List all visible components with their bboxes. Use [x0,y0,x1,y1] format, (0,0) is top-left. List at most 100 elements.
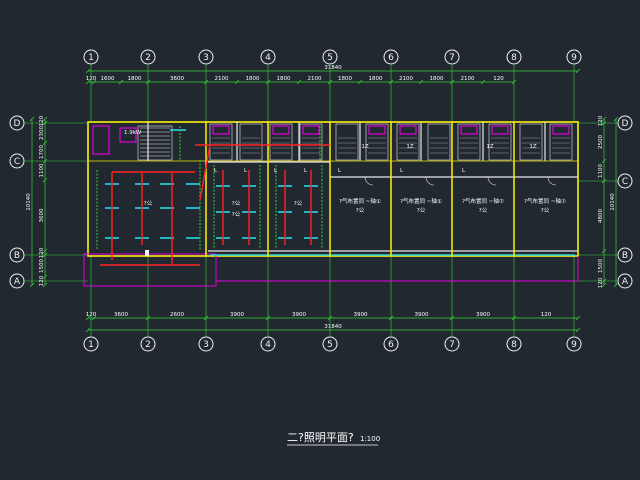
room-label-line1: ?气布置同 ~轴① [400,197,442,205]
axis-label: D [622,119,629,129]
axis-label: 3 [203,53,209,63]
axis-bubble-7: 7 [444,336,460,352]
axis-bubble-2: 2 [140,49,156,65]
dim-value: 1800 [277,76,291,82]
axis-label: 8 [511,340,517,350]
axis-label: 2 [145,340,151,350]
axis-bubble-7: 7 [444,49,460,65]
dim-value: 2100 [399,76,413,82]
axis-bubble-1: 1 [83,49,99,65]
dim-value: 3900 [415,312,429,318]
room-label: ?气布置同 ~轴⑦ ?公 [462,197,504,214]
toilet-label: 1Z [486,144,493,150]
dim-value: 1500 [598,259,604,273]
room-label-line1: ?气布置同 ~轴⑦ [524,197,566,205]
toilet-stall [457,123,481,161]
axis-label: D [14,119,21,129]
toilet-label: 1Z [361,144,368,150]
dim-value: 3600 [170,76,184,82]
toilet-fixtures: 1.9kW1Z 1Z 1Z 1ZL L L L L L L [92,123,573,174]
axis-bubble-8: 8 [506,49,522,65]
axis-label: 6 [388,340,394,350]
room-label-line1: ?公 [232,212,241,218]
dim-value: 2100 [308,76,322,82]
axis-bubble-right-C: C [578,173,633,189]
dim-value: 10140 [26,193,32,211]
axis-label: A [14,277,21,287]
dim-value: 3900 [476,312,490,318]
room-label-line2: ?公 [479,208,488,214]
axis-label: B [622,251,628,261]
axis-bubble-5: 5 [322,49,338,65]
room-label-line2: ?公 [417,208,426,214]
dim-value: 120 [598,115,604,126]
dim-chain-left: 12023001700110036001201500120 [39,115,48,288]
room-label-line2: ?公 [356,208,365,214]
toilet-stall [299,123,323,161]
dim-chain-top: 120 1600 1800 3600 2100 1800 1800 2100 1800 1800 2… [86,76,517,85]
axis-bubble-1: 1 [83,336,99,352]
dim-value: 31840 [324,65,342,71]
dim-value: 1600 [101,76,115,82]
room-label: ?公 [294,201,303,207]
dim-value: 120 [39,115,45,126]
dim-value: 120 [39,275,45,286]
toilet-stall [549,123,573,161]
dim-value: 3900 [354,312,368,318]
axis-bubble-left-A: A [9,273,88,289]
axis-bubble-3: 3 [198,336,214,352]
axis-bubble-8: 8 [506,336,522,352]
toilet-stall [209,123,233,161]
axis-bubble-left-C: C [9,153,88,169]
dim-value: 1100 [598,164,604,178]
room-label-line1: ?公 [294,201,303,207]
room-label-line1: ?公 [232,201,241,207]
door-swing [487,176,497,186]
axis-label: 7 [449,340,455,350]
lamp-tag: L [338,168,342,174]
dim-value: 3900 [230,312,244,318]
dim-value: 120 [493,76,504,82]
dim-total-left: 10140 [26,116,35,288]
door-swing [364,176,374,186]
room-label-line1: ?公 [144,201,153,207]
toilet-stall [365,123,389,161]
dim-total-right: 10140 [610,116,619,288]
toilet-stall [269,123,293,161]
lamp-tag: L [214,168,218,174]
room-partitions [147,122,546,256]
lighting-floor-plan: 1 2 3 4 5 6 7 8 9 1 2 3 4 5 6 7 8 9 D C B A D C B A 31840 120 16… [9,49,633,446]
dim-value: 1800 [246,76,260,82]
door-swing [425,176,435,186]
axis-label: 6 [388,53,394,63]
toilet-fixture-left [92,125,110,155]
dim-value: 2100 [215,76,229,82]
axis-label: B [14,251,20,261]
toilet-stall [335,123,359,161]
axis-label: 1 [88,53,94,63]
axis-label: 4 [265,53,271,63]
lamp-tag: L [304,168,308,174]
switch-box [145,250,149,256]
dim-value: 1800 [338,76,352,82]
room-label: ?公 [232,212,241,218]
room-label: ?气布置同 ~轴① ?公 [400,197,442,214]
axis-bubble-9: 9 [566,336,582,352]
toilet-label: 1Z [529,144,536,150]
dim-value: 120 [598,277,604,288]
axis-bubble-left-D: D [9,115,88,131]
room-label: ?公 [144,201,153,207]
panel-power-label: 1.9kW [124,130,142,136]
axis-bubble-3: 3 [198,49,214,65]
dim-value: 1100 [39,163,45,177]
axis-label: C [14,157,20,167]
axis-label: A [622,277,629,287]
axis-label: 2 [145,53,151,63]
axis-label: 3 [203,340,209,350]
room-label: ?气布置同 ~轴⑦ ?公 [524,197,566,214]
axis-bubble-2: 2 [140,336,156,352]
dim-value: 120 [541,312,552,318]
dim-value: 1800 [128,76,142,82]
dim-value: 3900 [292,312,306,318]
dim-value: 31840 [324,324,342,330]
